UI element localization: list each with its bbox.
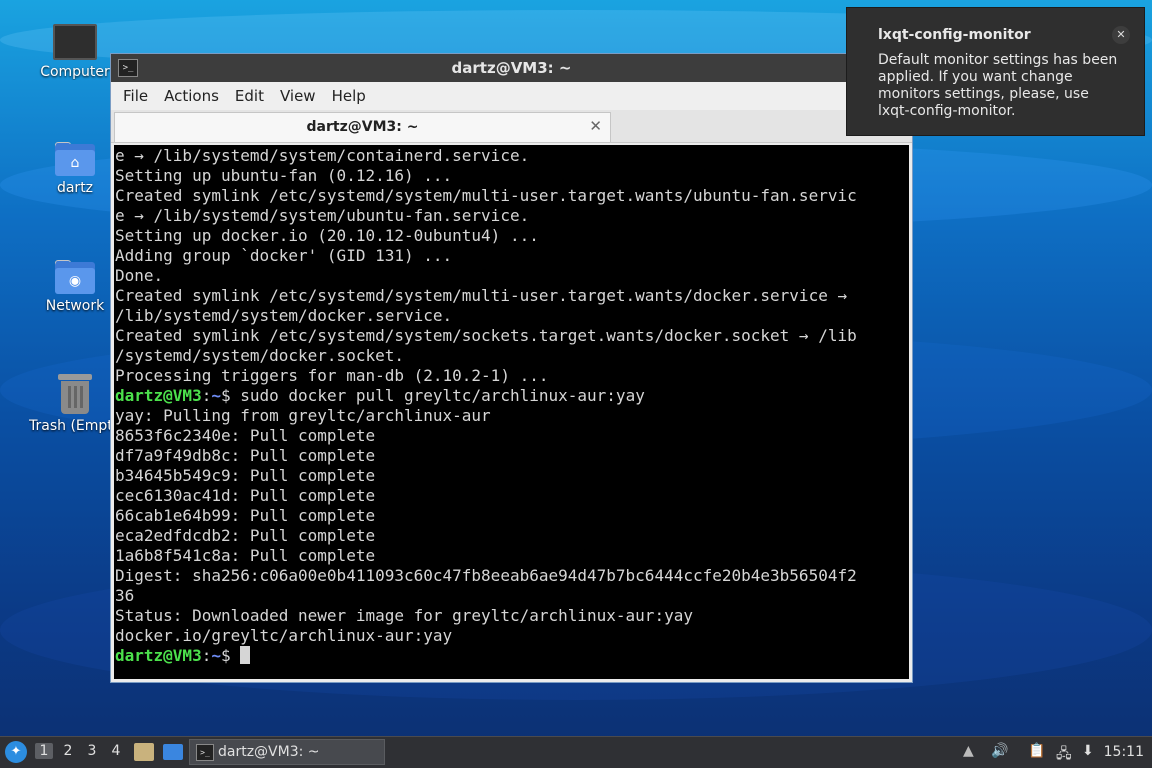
terminal-line: Created symlink /etc/systemd/system/mult… (115, 286, 848, 305)
show-desktop-icon[interactable] (163, 744, 183, 760)
terminal-cursor (240, 646, 251, 664)
terminal-app-icon: >_ (196, 744, 214, 761)
terminal-line: Adding group `docker' (GID 131) ... (115, 246, 453, 265)
tab-label: dartz@VM3: ~ (306, 119, 419, 135)
terminal-line: Setting up ubuntu-fan (0.12.16) ... (115, 166, 453, 185)
tab-bar: dartz@VM3: ~ ✕ (111, 110, 912, 143)
prompt-dir: ~ (211, 386, 221, 405)
menu-edit[interactable]: Edit (227, 87, 272, 105)
terminal-prompt-line: dartz@VM3:~$ (115, 646, 909, 666)
terminal-line: Digest: sha256:c06a00e0b411093c60c47fb8e… (115, 566, 857, 585)
terminal-line: eca2edfdcdb2: Pull complete (115, 526, 376, 545)
menu-bar: File Actions Edit View Help (111, 82, 912, 110)
menu-file[interactable]: File (115, 87, 156, 105)
taskbar: ✦ 1 2 3 4 >_ dartz@VM3: ~ ▲ 🔊 📋 🖧 ⬇ 15:1… (0, 736, 1152, 768)
task-label: dartz@VM3: ~ (218, 744, 320, 760)
terminal-line: docker.io/greyltc/archlinux-aur:yay (115, 626, 453, 645)
terminal-line: /lib/systemd/system/docker.service. (115, 306, 453, 325)
menu-help[interactable]: Help (324, 87, 374, 105)
terminal-tab[interactable]: dartz@VM3: ~ ✕ (114, 112, 611, 142)
terminal-line: b34645b549c9: Pull complete (115, 466, 376, 485)
terminal-line: 1a6b8f541c8a: Pull complete (115, 546, 376, 565)
volume-icon[interactable]: 🔊 (991, 743, 1008, 759)
terminal-line: Setting up docker.io (20.10.12-0ubuntu4)… (115, 226, 539, 245)
notification-title: lxqt-config-monitor (878, 27, 1031, 43)
notification-popup[interactable]: lxqt-config-monitor ✕ Default monitor se… (846, 7, 1145, 136)
desktop-switch-1[interactable]: 1 (35, 743, 53, 759)
terminal-output[interactable]: e → /lib/systemd/system/containerd.servi… (114, 145, 909, 679)
desktop-switch-3[interactable]: 3 (83, 743, 101, 759)
tab-close-icon[interactable]: ✕ (589, 117, 602, 135)
terminal-line: df7a9f49db8c: Pull complete (115, 446, 376, 465)
terminal-line: e → /lib/systemd/system/containerd.servi… (115, 146, 530, 165)
notification-body: Default monitor settings has been applie… (878, 52, 1118, 119)
desktop-icon-trash[interactable]: Trash (Empty) (25, 374, 111, 434)
terminal-line: Done. (115, 266, 164, 285)
taskbar-task-terminal[interactable]: >_ dartz@VM3: ~ (189, 739, 385, 765)
menu-view[interactable]: View (272, 87, 324, 105)
clock[interactable]: 15:11 (1104, 744, 1144, 760)
terminal-line: Status: Downloaded newer image for greyl… (115, 606, 693, 625)
window-title: dartz@VM3: ~ (451, 59, 572, 77)
desktop-icon-label: Trash (Empty) (29, 418, 111, 434)
terminal-line: yay: Pulling from greyltc/archlinux-aur (115, 406, 491, 425)
desktop-switch-4[interactable]: 4 (107, 743, 125, 759)
terminal-line: e → /lib/systemd/system/ubuntu-fan.servi… (115, 206, 530, 225)
terminal-line: /systemd/system/docker.socket. (115, 346, 404, 365)
computer-icon (53, 24, 97, 60)
terminal-line: 66cab1e64b99: Pull complete (115, 506, 376, 525)
terminal-line: Processing triggers for man-db (2.10.2-1… (115, 366, 549, 385)
terminal-line: Created symlink /etc/systemd/system/sock… (115, 326, 857, 345)
tray-expand-icon[interactable]: ▲ (963, 743, 974, 759)
network-tray-icon[interactable]: 🖧 (1056, 743, 1072, 767)
notification-close-icon[interactable]: ✕ (1112, 26, 1130, 44)
window-titlebar[interactable]: >_ dartz@VM3: ~ (111, 54, 912, 82)
update-notifier-icon[interactable]: ⬇ (1082, 743, 1094, 759)
prompt-dir: ~ (211, 646, 221, 665)
network-folder-icon: ◉ (55, 260, 95, 294)
start-menu-icon[interactable]: ✦ (5, 741, 27, 763)
terminal-prompt-line: dartz@VM3:~$ sudo docker pull greyltc/ar… (115, 386, 645, 405)
terminal-line: 8653f6c2340e: Pull complete (115, 426, 376, 445)
clipboard-icon[interactable]: 📋 (1028, 743, 1045, 759)
prompt-user: dartz@VM3 (115, 386, 202, 405)
trash-icon (58, 374, 92, 414)
terminal-line: Created symlink /etc/systemd/system/mult… (115, 186, 857, 205)
terminal-line: 36 (115, 586, 135, 605)
home-folder-icon: ⌂ (55, 142, 95, 176)
menu-actions[interactable]: Actions (156, 87, 227, 105)
file-manager-launcher-icon[interactable] (134, 743, 154, 761)
terminal-line: cec6130ac41d: Pull complete (115, 486, 376, 505)
prompt-user: dartz@VM3 (115, 646, 202, 665)
desktop-switch-2[interactable]: 2 (59, 743, 77, 759)
terminal-window[interactable]: >_ dartz@VM3: ~ File Actions Edit View H… (110, 53, 913, 683)
